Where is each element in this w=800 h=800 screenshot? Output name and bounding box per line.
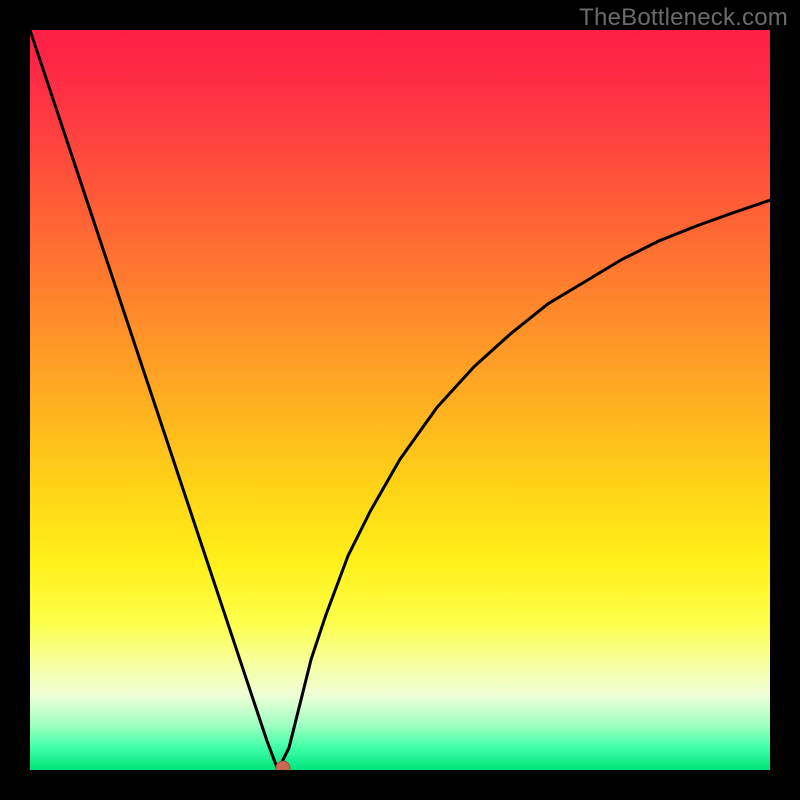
chart-frame: TheBottleneck.com bbox=[0, 0, 800, 800]
optimum-marker bbox=[276, 761, 290, 770]
plot-area bbox=[30, 30, 770, 770]
curve-layer bbox=[30, 30, 770, 770]
watermark-text: TheBottleneck.com bbox=[579, 4, 788, 32]
bottleneck-curve bbox=[30, 30, 770, 770]
